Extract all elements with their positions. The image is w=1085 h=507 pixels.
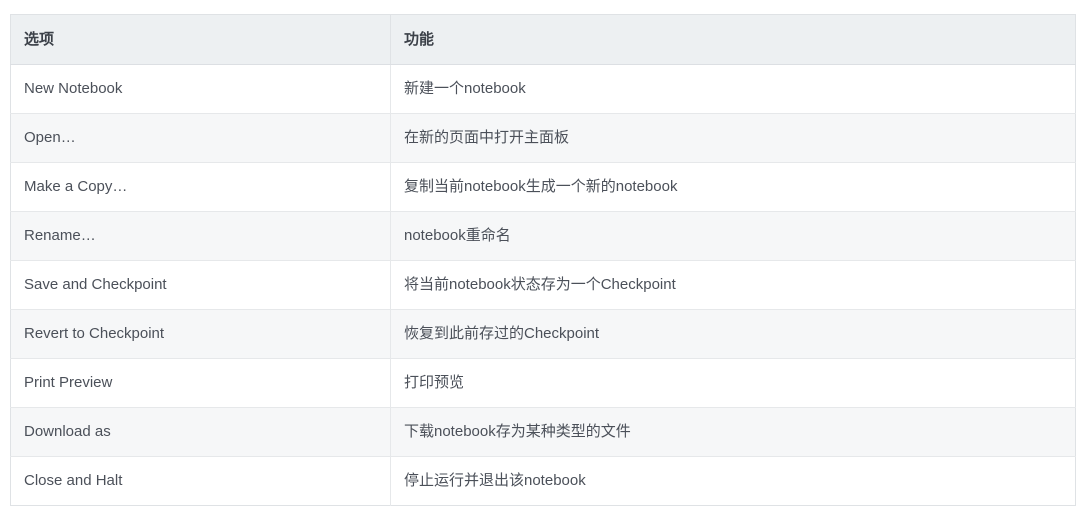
page-root: 选项 功能 New Notebook 新建一个notebook Open… 在新…	[0, 0, 1085, 507]
table-row: Revert to Checkpoint 恢复到此前存过的Checkpoint	[10, 309, 1076, 359]
cell-function: 恢复到此前存过的Checkpoint	[390, 309, 1076, 359]
table-row: Download as 下载notebook存为某种类型的文件	[10, 407, 1076, 457]
cell-option: Save and Checkpoint	[10, 260, 391, 310]
cell-option: Download as	[10, 407, 391, 457]
cell-function: 新建一个notebook	[390, 64, 1076, 114]
cell-function: 停止运行并退出该notebook	[390, 456, 1076, 506]
cell-function: notebook重命名	[390, 211, 1076, 261]
cell-option: Print Preview	[10, 358, 391, 408]
table-body: New Notebook 新建一个notebook Open… 在新的页面中打开…	[10, 64, 1076, 506]
cell-option: Rename…	[10, 211, 391, 261]
cell-function: 打印预览	[390, 358, 1076, 408]
column-header-option: 选项	[10, 14, 391, 65]
table-row: Save and Checkpoint 将当前notebook状态存为一个Che…	[10, 260, 1076, 310]
cell-option: New Notebook	[10, 64, 391, 114]
table-header: 选项 功能	[10, 14, 1076, 65]
cell-function: 将当前notebook状态存为一个Checkpoint	[390, 260, 1076, 310]
notebook-file-menu-table: 选项 功能 New Notebook 新建一个notebook Open… 在新…	[10, 14, 1076, 506]
table-header-row: 选项 功能	[10, 14, 1076, 65]
cell-option: Open…	[10, 113, 391, 163]
cell-function: 在新的页面中打开主面板	[390, 113, 1076, 163]
table-row: Print Preview 打印预览	[10, 358, 1076, 408]
cell-function: 复制当前notebook生成一个新的notebook	[390, 162, 1076, 212]
cell-option: Revert to Checkpoint	[10, 309, 391, 359]
table-row: Close and Halt 停止运行并退出该notebook	[10, 456, 1076, 506]
cell-option: Close and Halt	[10, 456, 391, 506]
column-header-function: 功能	[390, 14, 1076, 65]
cell-function: 下载notebook存为某种类型的文件	[390, 407, 1076, 457]
menu-table-container: 选项 功能 New Notebook 新建一个notebook Open… 在新…	[10, 14, 1076, 506]
table-row: Rename… notebook重命名	[10, 211, 1076, 261]
table-row: New Notebook 新建一个notebook	[10, 64, 1076, 114]
table-row: Make a Copy… 复制当前notebook生成一个新的notebook	[10, 162, 1076, 212]
cell-option: Make a Copy…	[10, 162, 391, 212]
table-row: Open… 在新的页面中打开主面板	[10, 113, 1076, 163]
